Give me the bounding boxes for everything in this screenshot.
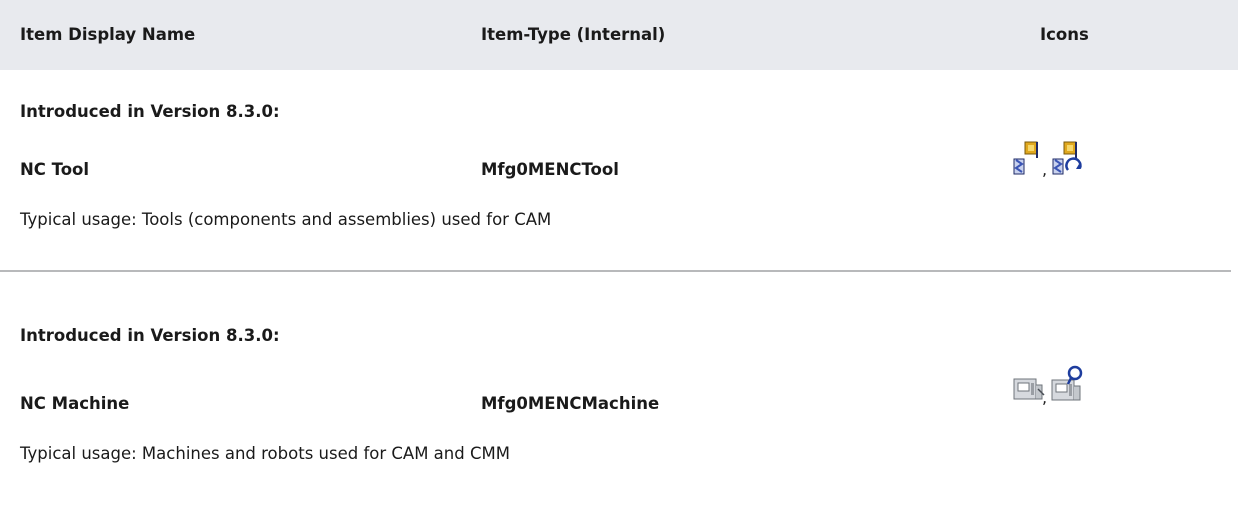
header-item-type: Item-Type (Internal) bbox=[481, 25, 666, 44]
header-item-display-name: Item Display Name bbox=[20, 25, 196, 44]
nc-tool-revision-icon bbox=[1050, 140, 1084, 182]
header-icons: Icons bbox=[1040, 25, 1089, 44]
row-divider bbox=[0, 270, 1231, 272]
nc-machine-icon bbox=[1012, 375, 1046, 405]
usage-text: Typical usage: Tools (components and ass… bbox=[20, 210, 552, 229]
introduced-label: Introduced in Version 8.3.0: bbox=[20, 102, 280, 121]
item-type: Mfg0MENCTool bbox=[481, 160, 619, 179]
icon-separator: , bbox=[1042, 388, 1048, 407]
item-display-name: NC Machine bbox=[20, 394, 130, 413]
nc-machine-search-icon bbox=[1050, 364, 1086, 406]
nc-tool-icon bbox=[1011, 140, 1041, 180]
item-type: Mfg0MENCMachine bbox=[481, 394, 660, 413]
table-header: Item Display Name Item-Type (Internal) I… bbox=[0, 0, 1238, 70]
icon-separator: , bbox=[1042, 160, 1048, 179]
usage-text: Typical usage: Machines and robots used … bbox=[20, 444, 510, 463]
introduced-label: Introduced in Version 8.3.0: bbox=[20, 326, 280, 345]
item-display-name: NC Tool bbox=[20, 160, 90, 179]
